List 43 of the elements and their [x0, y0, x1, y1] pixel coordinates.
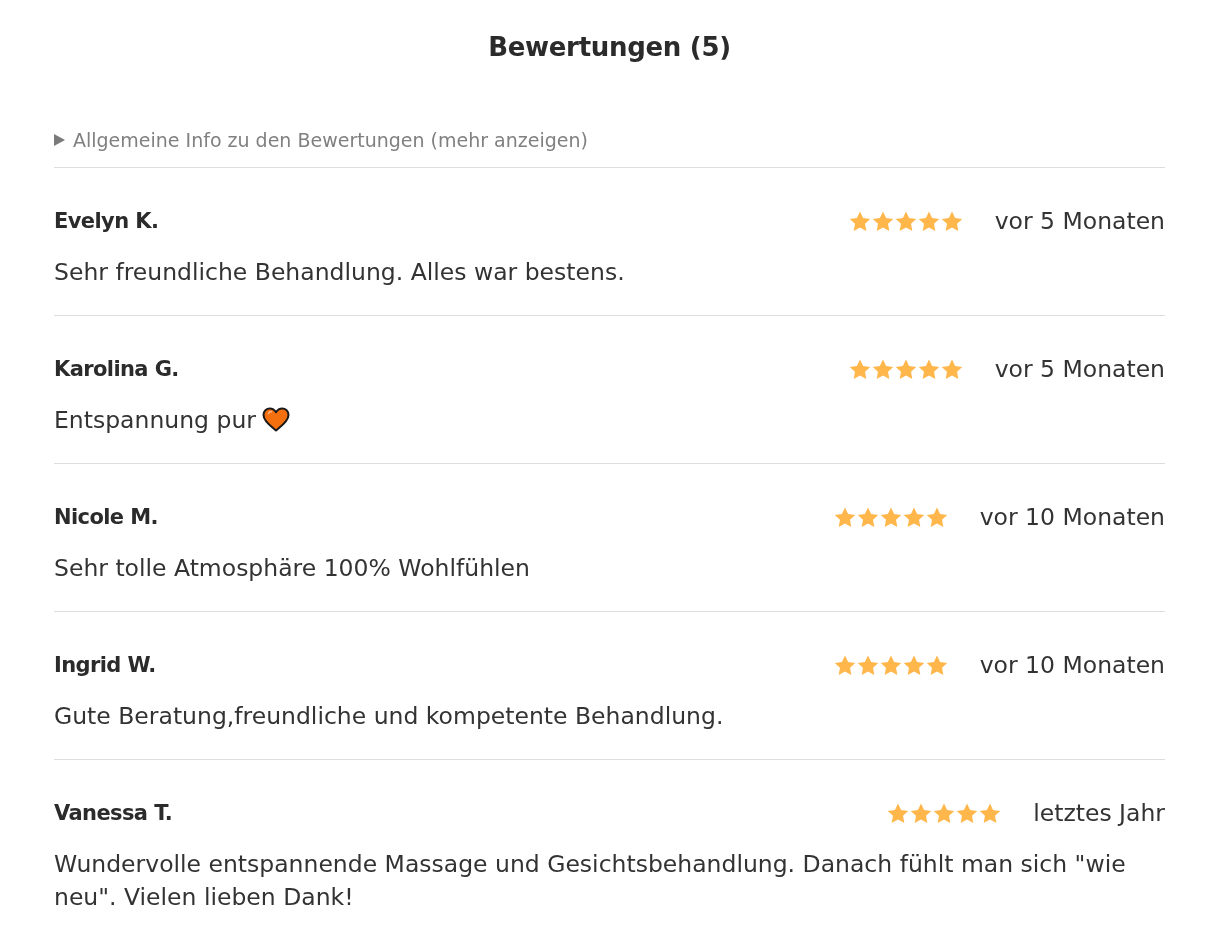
review-text: Entspannung pur	[54, 406, 256, 434]
reviewer-name: Evelyn K.	[54, 208, 159, 235]
star-icon	[940, 358, 963, 380]
star-icon	[902, 654, 925, 676]
reviewer-name: Nicole M.	[54, 504, 158, 531]
review-date: vor 10 Monaten	[979, 650, 1165, 680]
review-text: Sehr freundliche Behandlung. Alles war bestens.	[54, 258, 625, 286]
reviewer-name: Vanessa T.	[54, 800, 173, 827]
review-text: Sehr tolle Atmosphäre 100% Wohlfühlen	[54, 554, 530, 582]
star-icon	[879, 506, 902, 528]
star-icon	[879, 654, 902, 676]
info-toggle-link[interactable]: Allgemeine Info zu den Bewertungen (mehr anzeigen)	[73, 127, 588, 153]
star-icon	[871, 358, 894, 380]
star-icon	[917, 210, 940, 232]
star-icon	[848, 358, 871, 380]
star-icon	[871, 210, 894, 232]
star-icon	[856, 506, 879, 528]
star-icon	[917, 358, 940, 380]
star-icon	[894, 358, 917, 380]
star-icon	[940, 210, 963, 232]
review-date: letztes Jahr	[1033, 798, 1165, 828]
star-icon	[910, 802, 933, 824]
review-text: Wundervolle entspannende Massage und Gesichtsbehandlung. Danach fühlt man sich "wie neu". Vielen lieben Dank!	[54, 850, 1126, 911]
reviewer-name: Karolina G.	[54, 356, 179, 383]
review-text: Gute Beratung,freundliche und kompetente Behandlung.	[54, 702, 724, 730]
star-icon	[856, 654, 879, 676]
star-icon	[956, 802, 979, 824]
review-date: vor 5 Monaten	[994, 206, 1165, 236]
review-date: vor 10 Monaten	[979, 502, 1165, 532]
star-icon	[933, 802, 956, 824]
section-title: Bewertungen (5)	[487, 31, 732, 64]
star-icon	[925, 506, 948, 528]
star-icon	[894, 210, 917, 232]
review-date: vor 5 Monaten	[994, 354, 1165, 384]
reviewer-name: Ingrid W.	[54, 652, 156, 679]
star-icon	[833, 654, 856, 676]
star-icon	[848, 210, 871, 232]
star-icon	[979, 802, 1002, 824]
star-icon	[887, 802, 910, 824]
star-icon	[925, 654, 948, 676]
star-icon	[902, 506, 925, 528]
disclosure-triangle-icon[interactable]	[54, 134, 65, 146]
star-icon	[833, 506, 856, 528]
